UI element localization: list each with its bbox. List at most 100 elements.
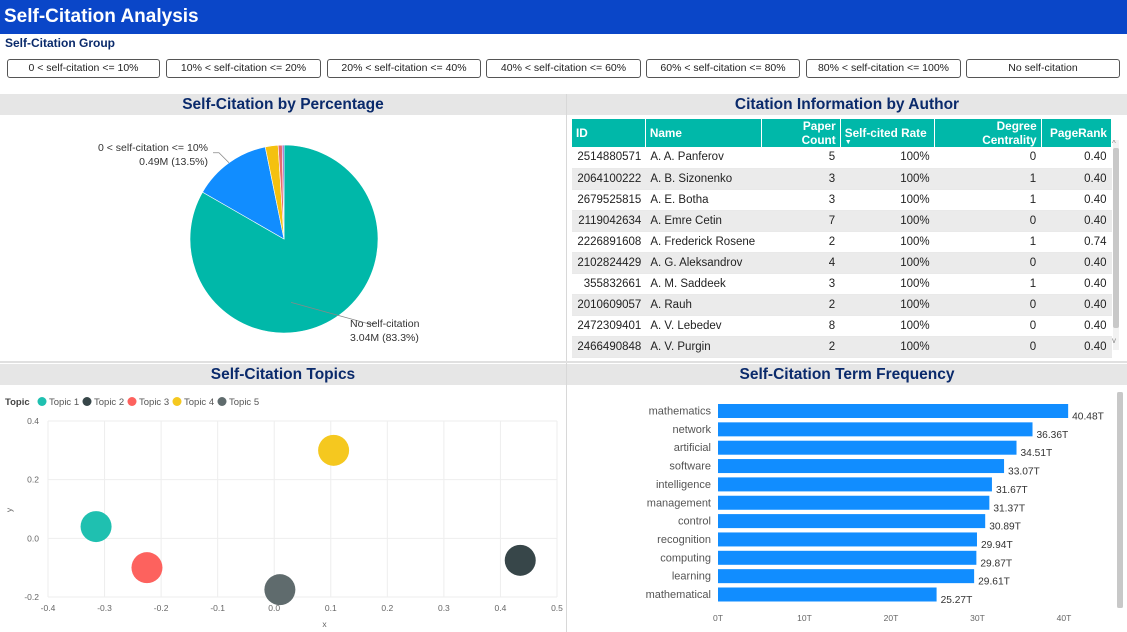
- legend-label-topic-2[interactable]: Topic 2: [94, 397, 124, 408]
- y-tick-label: 0.0: [27, 533, 39, 543]
- slicer-option-3[interactable]: 40% < self-citation <= 60%: [486, 59, 641, 78]
- x-tick-label: -0.2: [154, 603, 169, 613]
- column-header-pagerank[interactable]: PageRank: [1041, 119, 1113, 147]
- bar-network[interactable]: [718, 422, 1033, 437]
- cell-degree-centrality: 0: [934, 315, 1042, 337]
- cell-name: A. Emre Cetin: [645, 210, 762, 232]
- table-row[interactable]: 355832661 A. M. Saddeek 3 100% 1 0.40: [572, 273, 1112, 295]
- table-row[interactable]: 2102824429 A. G. Aleksandrov 4 100% 0 0.40: [572, 252, 1112, 274]
- bar-category-label: network: [672, 424, 711, 436]
- cell-paper-count: 3: [761, 168, 841, 190]
- scatter-legend-title: Topic: [5, 397, 30, 408]
- x-axis-label: x: [322, 619, 327, 629]
- slicer-option-5[interactable]: 80% < self-citation <= 100%: [806, 59, 961, 78]
- table-row[interactable]: 2226891608 A. Frederick Rosene 2 100% 1 0.74: [572, 231, 1112, 253]
- pie-chart[interactable]: No self-citation 3.04M (83.3%) 0 < self-ci…: [0, 115, 566, 361]
- table-scrollbar[interactable]: [1113, 140, 1119, 350]
- scroll-down-icon[interactable]: v: [1112, 336, 1116, 345]
- cell-paper-count: 7: [761, 210, 841, 232]
- bar-value-label: 25.27T: [941, 595, 973, 606]
- x-tick-label: -0.3: [97, 603, 112, 613]
- legend-label-topic-5[interactable]: Topic 5: [229, 397, 259, 408]
- column-header-self-cited-rate[interactable]: Self-cited Rate ▼: [840, 119, 936, 147]
- table-row[interactable]: 2514880571 A. A. Panferov 5 100% 0 0.40: [572, 147, 1112, 169]
- bar-computing[interactable]: [718, 550, 977, 565]
- bar-control[interactable]: [718, 514, 986, 529]
- scatter-point-topic-4[interactable]: [318, 434, 350, 466]
- legend-marker-topic-1[interactable]: [37, 397, 47, 406]
- sort-desc-icon[interactable]: ▼: [845, 139, 852, 146]
- legend-label-topic-4[interactable]: Topic 4: [184, 397, 214, 408]
- legend-marker-topic-2[interactable]: [82, 397, 92, 406]
- slicer-option-6[interactable]: No self-citation: [966, 59, 1120, 78]
- slicer-option-2[interactable]: 20% < self-citation <= 40%: [327, 59, 481, 78]
- bar-category-label: learning: [672, 571, 711, 583]
- bar-x-tick-label: 40T: [1057, 613, 1072, 623]
- cell-name: A. G. Aleksandrov: [645, 252, 762, 274]
- bar-chart-scrollbar[interactable]: [1117, 392, 1123, 608]
- table-row[interactable]: 2064100222 A. B. Sizonenko 3 100% 1 0.40: [572, 168, 1112, 190]
- cell-self-cited-rate: 100%: [840, 168, 935, 190]
- slicer-option-1[interactable]: 10% < self-citation <= 20%: [166, 59, 321, 78]
- scatter-point-topic-3[interactable]: [131, 552, 163, 584]
- cell-name: A. V. Purgin: [645, 336, 762, 358]
- cell-degree-centrality: 0: [934, 252, 1042, 274]
- bar-recognition[interactable]: [718, 532, 977, 547]
- table-row[interactable]: 2010609057 A. Rauh 2 100% 0 0.40: [572, 294, 1112, 316]
- legend-label-topic-1[interactable]: Topic 1: [49, 397, 79, 408]
- terms-panel-title: Self-Citation Term Frequency: [567, 364, 1127, 385]
- report-title: Self-Citation Analysis: [0, 0, 1127, 34]
- cell-name: A. Frederick Rosene: [645, 231, 762, 253]
- bar-mathematics[interactable]: [718, 404, 1069, 418]
- column-header-name[interactable]: Name: [645, 119, 763, 147]
- bar-learning[interactable]: [718, 569, 975, 584]
- scatter-point-topic-1[interactable]: [80, 511, 112, 543]
- bar-category-label: software: [669, 461, 711, 473]
- bar-category-label: intelligence: [656, 479, 711, 491]
- cell-pagerank: 0.40: [1041, 189, 1112, 211]
- topics-scatter-chart[interactable]: Topic Topic 1 Topic 2 Topic 3 Topic 4 Topic 5…: [0, 386, 566, 632]
- bar-category-label: mathematical: [646, 589, 711, 601]
- legend-marker-topic-5[interactable]: [217, 397, 227, 406]
- table-panel-title: Citation Information by Author: [567, 94, 1127, 115]
- term-frequency-bar-chart[interactable]: mathematics 40.48T network 36.36T artificial…: [567, 386, 1127, 632]
- bar-intelligence[interactable]: [718, 477, 992, 492]
- table-row[interactable]: 2679525815 A. E. Botha 3 100% 1 0.40: [572, 189, 1112, 211]
- cell-self-cited-rate: 100%: [840, 252, 935, 274]
- bar-category-label: management: [647, 497, 711, 509]
- table-row[interactable]: 2472309401 A. V. Lebedev 8 100% 0 0.40: [572, 315, 1112, 337]
- cell-degree-centrality: 1: [934, 231, 1042, 253]
- slicer-option-4[interactable]: 60% < self-citation <= 80%: [646, 59, 800, 78]
- bar-x-tick-label: 10T: [797, 613, 812, 623]
- table-row[interactable]: 2466490848 A. V. Purgin 2 100% 0 0.40: [572, 336, 1112, 358]
- bar-management[interactable]: [718, 495, 990, 510]
- table-row[interactable]: 2119042634 A. Emre Cetin 7 100% 0 0.40: [572, 210, 1112, 232]
- x-tick-label: 0.4: [495, 603, 507, 613]
- scatter-point-topic-2[interactable]: [504, 544, 536, 576]
- pie-data-label-value: 3.04M (83.3%): [350, 332, 419, 344]
- slicer-option-0[interactable]: 0 < self-citation <= 10%: [7, 59, 160, 78]
- bar-value-label: 40.48T: [1072, 412, 1104, 423]
- y-tick-label: 0.2: [27, 475, 39, 485]
- cell-id: 2010609057: [572, 294, 646, 316]
- bar-chart-scrollbar-thumb[interactable]: [1117, 392, 1123, 608]
- legend-marker-topic-3[interactable]: [127, 397, 137, 406]
- x-tick-label: 0.5: [551, 603, 563, 613]
- cell-id: 2466490848: [572, 336, 646, 358]
- column-header-degree-centrality[interactable]: Degree Centrality: [934, 119, 1042, 147]
- column-header-paper-count[interactable]: Paper Count: [761, 119, 841, 147]
- bar-mathematical[interactable]: [718, 587, 937, 602]
- scroll-up-icon[interactable]: ^: [1112, 139, 1116, 148]
- table-scrollbar-thumb[interactable]: [1113, 148, 1119, 328]
- bar-value-label: 33.07T: [1008, 467, 1040, 478]
- bar-value-label: 29.87T: [980, 558, 1012, 569]
- legend-marker-topic-4[interactable]: [172, 397, 182, 406]
- column-header-id[interactable]: ID: [572, 119, 646, 147]
- cell-name: A. V. Lebedev: [645, 315, 762, 337]
- cell-self-cited-rate: 100%: [840, 273, 935, 295]
- bar-software[interactable]: [718, 459, 1005, 474]
- bar-artificial[interactable]: [718, 440, 1017, 455]
- legend-label-topic-3[interactable]: Topic 3: [139, 397, 169, 408]
- scatter-point-topic-5[interactable]: [264, 574, 296, 606]
- topics-panel-title: Self-Citation Topics: [0, 364, 566, 385]
